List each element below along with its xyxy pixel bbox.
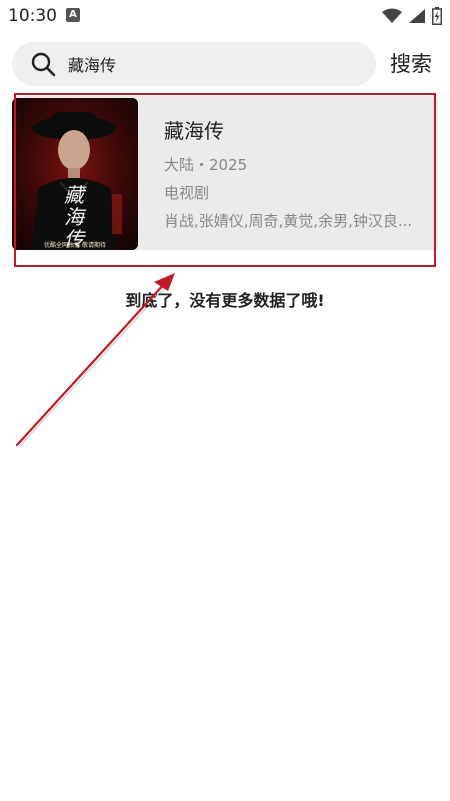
result-title: 藏海传 (164, 119, 224, 143)
search-field-container[interactable] (12, 42, 376, 86)
result-type: 电视剧 (164, 184, 210, 202)
notification-app-icon: A (66, 8, 80, 22)
battery-icon (432, 7, 442, 25)
search-button[interactable]: 搜索 (390, 48, 432, 80)
wifi-icon (382, 8, 402, 23)
status-icons (382, 7, 442, 25)
search-input[interactable] (68, 42, 358, 86)
status-time: 10:30 (8, 6, 57, 26)
signal-icon (409, 9, 425, 23)
status-bar: 10:30 A (0, 0, 450, 34)
result-meta: 大陆・2025 (164, 156, 248, 174)
end-of-list-message: 到底了，没有更多数据了哦! (125, 291, 325, 310)
search-icon[interactable] (30, 51, 56, 77)
poster-image[interactable]: 藏海传 优酷全网独播 敬请期待 (12, 98, 138, 250)
poster-tagline: 优酷全网独播 敬请期待 (44, 242, 106, 249)
search-bar: 搜索 (0, 42, 450, 86)
result-cast: 肖战,张婧仪,周奇,黄觉,余男,钟汉良... (164, 212, 413, 230)
